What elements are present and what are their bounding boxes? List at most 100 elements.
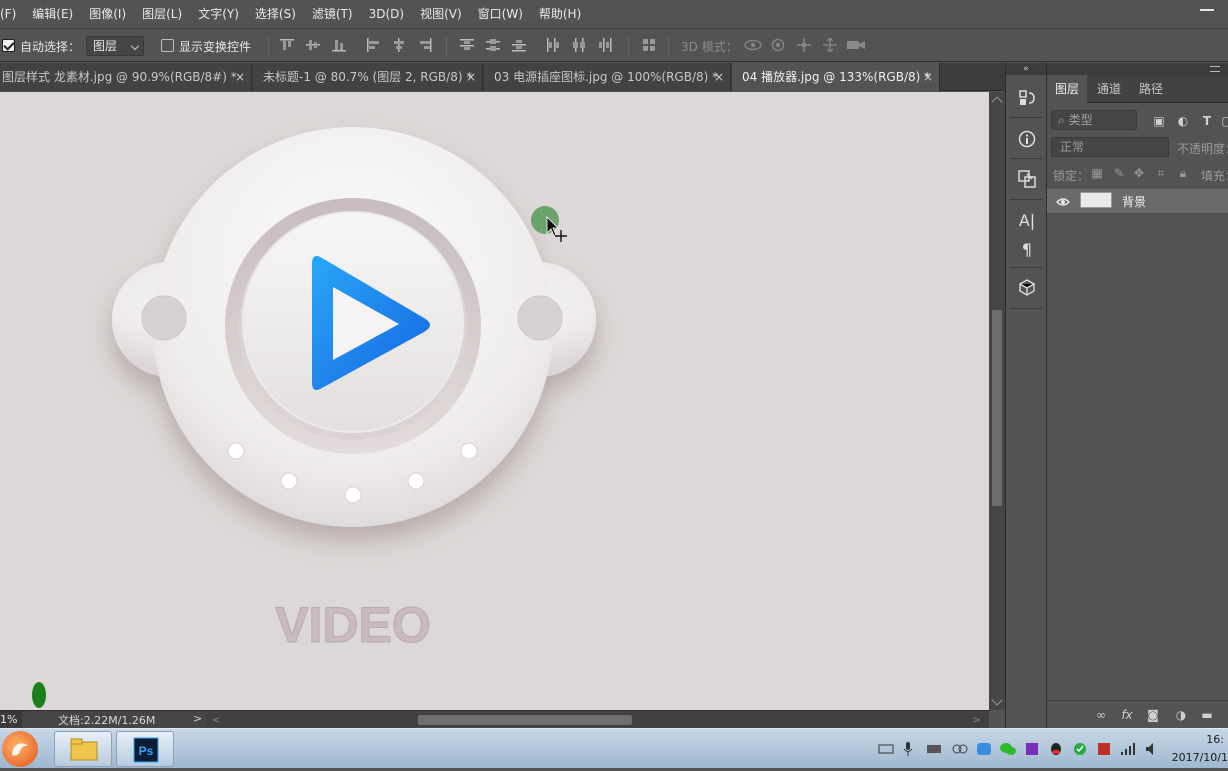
left-hole xyxy=(141,295,187,341)
scroll-thumb[interactable] xyxy=(992,310,1002,506)
info-icon[interactable] xyxy=(1016,128,1038,150)
align-right-icon[interactable] xyxy=(418,38,432,52)
layer-row[interactable]: 背景 xyxy=(1047,189,1228,213)
distribute-left-icon[interactable] xyxy=(546,38,560,52)
image-filter-icon[interactable]: ▣ xyxy=(1151,113,1167,129)
menu-view[interactable]: 视图(V) xyxy=(412,0,470,28)
wechat-icon[interactable] xyxy=(1000,742,1016,756)
menu-image[interactable]: 图像(I) xyxy=(81,0,134,28)
align-left-icon[interactable] xyxy=(366,38,380,52)
lock-all-icon[interactable]: 🔒︎ xyxy=(1175,165,1191,181)
history-icon[interactable] xyxy=(1016,87,1038,109)
scroll-left-icon[interactable]: < xyxy=(212,715,220,726)
slide-3d-icon[interactable] xyxy=(822,38,838,52)
auto-select-checkbox[interactable] xyxy=(2,39,15,52)
horizontal-scrollbar[interactable]: < > xyxy=(206,713,989,727)
divider xyxy=(268,37,269,55)
zoom-field[interactable]: 1% xyxy=(0,711,22,728)
menu-type[interactable]: 文字(Y) xyxy=(190,0,247,28)
menu-edit[interactable]: 编辑(E) xyxy=(24,0,81,28)
lock-artboard-icon[interactable]: ⌗ xyxy=(1153,165,1169,181)
volume-icon[interactable] xyxy=(1144,742,1160,756)
menu-filter[interactable]: 滤镜(T) xyxy=(304,0,361,28)
panel-menu-icon[interactable] xyxy=(1210,66,1220,72)
lock-position-icon[interactable]: ✥ xyxy=(1131,165,1147,181)
lock-transparent-icon[interactable]: ▦ xyxy=(1089,165,1105,181)
shape-filter-icon[interactable]: ▢ xyxy=(1219,113,1228,129)
app-tray-icon[interactable] xyxy=(1096,742,1112,756)
start-button[interactable] xyxy=(2,731,38,767)
status-menu-arrow[interactable]: > xyxy=(193,712,202,725)
divider xyxy=(668,37,669,55)
distribute-top-icon[interactable] xyxy=(460,38,474,52)
menu-help[interactable]: 帮助(H) xyxy=(531,0,589,28)
3d-icon[interactable] xyxy=(1016,277,1038,299)
paragraph-icon[interactable]: ¶ xyxy=(1016,238,1038,260)
show-transform-checkbox[interactable] xyxy=(161,39,174,52)
scroll-down-icon[interactable] xyxy=(991,694,1003,706)
vertical-scrollbar[interactable] xyxy=(989,92,1005,710)
menu-window[interactable]: 窗口(W) xyxy=(470,0,531,28)
menu-select[interactable]: 选择(S) xyxy=(247,0,304,28)
mask-icon[interactable]: ◙ xyxy=(1145,707,1161,723)
tab-layers[interactable]: 图层 xyxy=(1047,75,1088,103)
scroll-right-icon[interactable]: > xyxy=(973,715,981,726)
tab-player[interactable]: 04 播放器.jpg @ 133%(RGB/8) * × xyxy=(732,63,940,91)
camera-3d-icon[interactable] xyxy=(846,38,866,52)
close-icon[interactable]: × xyxy=(714,63,724,91)
microphone-icon[interactable] xyxy=(900,742,916,756)
app-tray-icon[interactable] xyxy=(976,742,992,756)
close-icon[interactable]: × xyxy=(235,63,245,91)
qq-icon[interactable] xyxy=(1048,742,1064,756)
app-tray-icon[interactable] xyxy=(1024,742,1040,756)
close-icon[interactable]: × xyxy=(466,63,476,91)
signal-icon[interactable] xyxy=(1120,742,1136,756)
clone-source-icon[interactable] xyxy=(1016,168,1038,190)
menu-3d[interactable]: 3D(D) xyxy=(361,0,412,28)
align-hcenter-icon[interactable] xyxy=(392,38,406,52)
align-bottom-icon[interactable] xyxy=(332,38,346,52)
distribute-bottom-icon[interactable] xyxy=(512,38,526,52)
taskbar-photoshop[interactable]: Ps xyxy=(116,731,174,767)
keyboard-icon[interactable] xyxy=(878,742,894,756)
fx-icon[interactable]: fx xyxy=(1119,707,1135,723)
tab-channels[interactable]: 通道 xyxy=(1089,75,1129,103)
menu-layer[interactable]: 图层(L) xyxy=(134,0,190,28)
menu-file[interactable]: (F) xyxy=(0,0,24,28)
link-icon[interactable]: ∞ xyxy=(1093,707,1109,723)
distribute-right-icon[interactable] xyxy=(598,38,612,52)
tab-power-socket[interactable]: 03 电源插座图标.jpg @ 100%(RGB/8) * × xyxy=(484,63,731,91)
security-icon[interactable] xyxy=(1072,742,1088,756)
roll-3d-icon[interactable] xyxy=(770,38,786,52)
eye-icon[interactable] xyxy=(1056,196,1070,210)
tab-dragon-material[interactable]: 图层样式 龙素材.jpg @ 90.9%(RGB/8#) * × xyxy=(0,63,252,91)
align-top-icon[interactable] xyxy=(280,38,294,52)
network-device-icon[interactable] xyxy=(926,742,942,756)
align-vcenter-icon[interactable] xyxy=(306,38,320,52)
minimize-icon[interactable] xyxy=(1200,9,1214,11)
auto-align-icon[interactable] xyxy=(642,38,656,52)
adjustment-filter-icon[interactable]: ◐ xyxy=(1175,113,1191,129)
tab-paths[interactable]: 路径 xyxy=(1131,75,1171,103)
tab-untitled-1[interactable]: 未标题-1 @ 80.7% (图层 2, RGB/8) * × xyxy=(253,63,483,91)
distribute-vcenter-icon[interactable] xyxy=(486,38,500,52)
taskbar-explorer[interactable] xyxy=(54,731,112,767)
document-canvas[interactable]: VIDEO xyxy=(0,92,989,710)
distribute-hcenter-icon[interactable] xyxy=(572,38,586,52)
link-tray-icon[interactable] xyxy=(952,742,968,756)
folder-icon[interactable]: ▬ xyxy=(1199,707,1215,723)
adjustment-layer-icon[interactable]: ◑ xyxy=(1173,707,1189,723)
collapse-icon[interactable]: « xyxy=(1006,63,1046,75)
orbit-3d-icon[interactable] xyxy=(744,38,762,52)
auto-select-dropdown[interactable]: 图层 xyxy=(86,36,144,56)
lock-paint-icon[interactable]: ✎ xyxy=(1111,165,1127,181)
scroll-up-icon[interactable] xyxy=(991,96,1003,108)
layer-filter-dropdown[interactable]: ⌕ 类型 xyxy=(1051,110,1137,130)
close-icon[interactable]: × xyxy=(923,63,933,91)
mode-3d-label: 3D 模式： xyxy=(681,40,738,54)
character-icon[interactable]: A| xyxy=(1016,209,1038,231)
pan-3d-icon[interactable] xyxy=(796,38,812,52)
blend-mode-dropdown[interactable]: 正常 xyxy=(1051,137,1169,157)
type-filter-icon[interactable]: T xyxy=(1199,113,1215,129)
scroll-thumb[interactable] xyxy=(418,715,632,725)
